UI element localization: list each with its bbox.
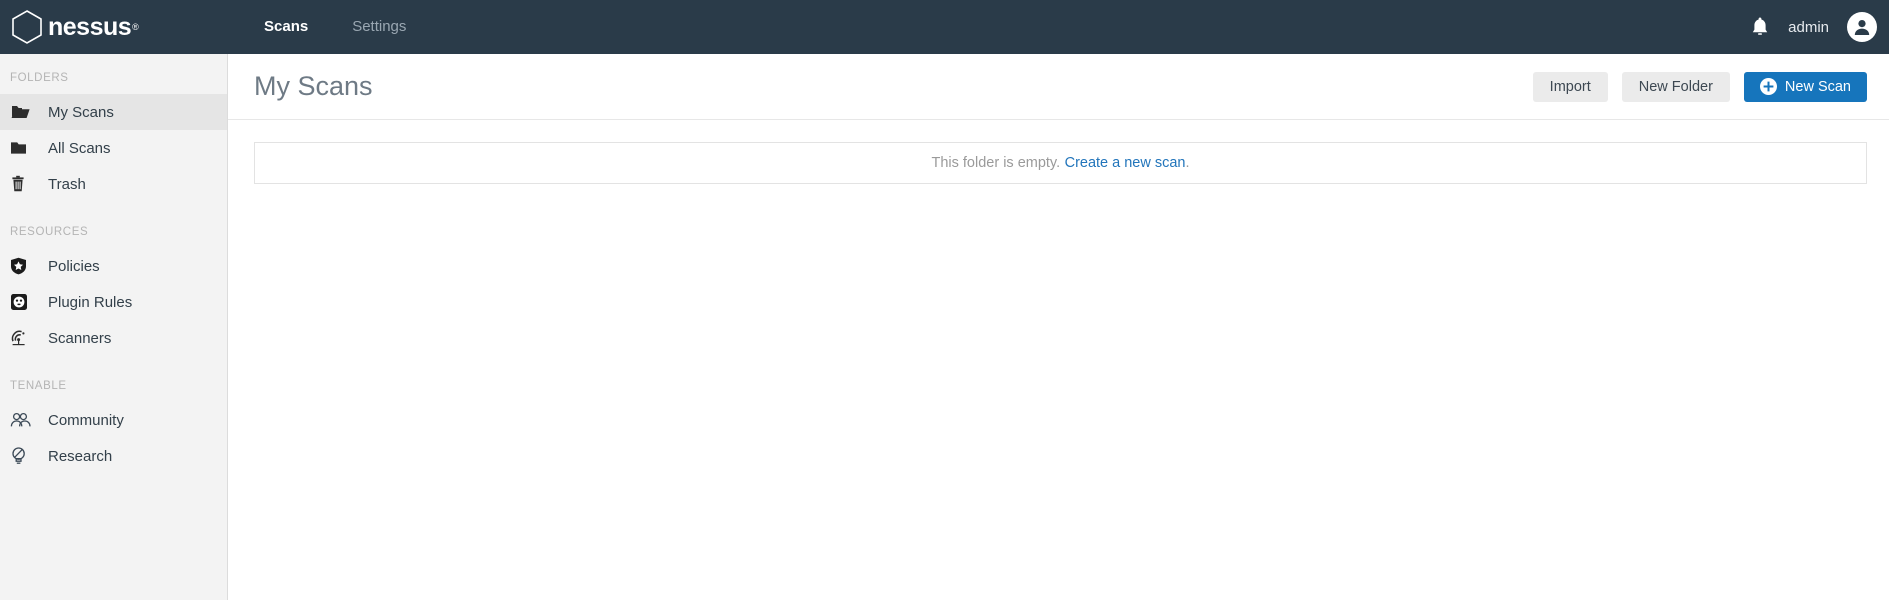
sidebar-item-label: All Scans [48,139,111,157]
people-icon [10,412,36,428]
plus-circle-icon [1759,78,1777,95]
brand-name: nessus [48,12,132,41]
hexagon-icon [12,10,42,44]
sidebar-heading-folders: FOLDERS [10,72,69,84]
top-navigation-bar: nessus ® Scans Settings admin [0,0,1889,54]
sidebar-item-research[interactable]: Research [0,438,227,474]
lightbulb-icon [10,446,36,466]
trash-icon [10,175,36,193]
new-scan-button[interactable]: New Scan [1743,71,1867,102]
new-folder-button[interactable]: New Folder [1621,71,1730,102]
new-scan-label: New Scan [1784,78,1851,95]
sidebar-item-all-scans[interactable]: All Scans [0,130,227,166]
sidebar-item-policies[interactable]: Policies [0,248,227,284]
sidebar: FOLDERS My Scans All Scans Trash RESOURC… [0,54,228,600]
power-outlet-icon [10,293,36,311]
main-content: My Scans Import New Folder New Scan This… [228,54,1889,600]
sidebar-item-label: My Scans [48,103,114,121]
bell-icon[interactable] [1750,16,1770,38]
avatar[interactable] [1847,12,1877,42]
sidebar-item-label: Policies [48,257,100,275]
sidebar-item-label: Research [48,447,113,465]
sidebar-item-plugin-rules[interactable]: Plugin Rules [0,284,227,320]
sidebar-item-label: Trash [48,175,86,193]
primary-nav-links: Scans Settings [242,0,428,54]
user-avatar-icon [1854,20,1870,35]
sidebar-heading-resources: RESOURCES [10,226,89,238]
nav-right-controls: admin [1750,0,1877,54]
sidebar-item-my-scans[interactable]: My Scans [0,94,227,130]
page-layout: FOLDERS My Scans All Scans Trash RESOURC… [0,54,1889,600]
sidebar-item-label: Community [48,411,124,429]
folder-icon [10,140,36,156]
nav-link-settings[interactable]: Settings [330,0,428,54]
import-button[interactable]: Import [1532,71,1608,102]
brand-trademark: ® [132,22,139,32]
header-actions: Import New Folder New Scan [1532,71,1867,102]
shield-star-icon [10,257,36,275]
brand-logo[interactable]: nessus ® [0,0,228,54]
radar-icon [10,329,36,347]
create-new-scan-link[interactable]: Create a new scan [1065,155,1186,171]
username-label[interactable]: admin [1788,19,1829,36]
empty-state-suffix: . [1185,155,1190,171]
empty-state-message: This folder is empty. [931,155,1061,171]
sidebar-item-label: Plugin Rules [48,293,133,311]
sidebar-item-trash[interactable]: Trash [0,166,227,202]
sidebar-heading-tenable: TENABLE [10,380,67,392]
content-area: This folder is empty. Create a new scan … [228,120,1889,184]
empty-state-box: This folder is empty. Create a new scan … [254,142,1867,184]
sidebar-item-community[interactable]: Community [0,402,227,438]
page-title: My Scans [254,71,373,101]
folder-open-icon [10,104,36,120]
sidebar-item-scanners[interactable]: Scanners [0,320,227,356]
main-header: My Scans Import New Folder New Scan [228,54,1889,120]
nav-link-scans[interactable]: Scans [242,0,330,54]
sidebar-item-label: Scanners [48,329,112,347]
